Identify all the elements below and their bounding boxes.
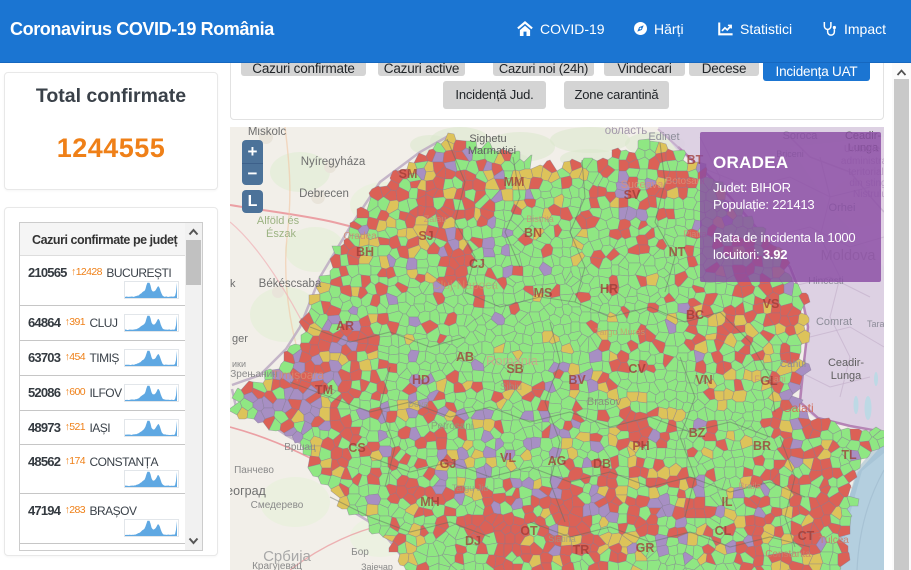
svg-text:Petrosani: Petrosani — [431, 421, 473, 432]
svg-text:Constanta: Constanta — [765, 549, 811, 560]
svg-text:ger: ger — [232, 333, 248, 345]
svg-text:Zalau: Zalau — [424, 214, 447, 224]
svg-text:MH: MH — [420, 495, 439, 509]
svg-text:Ceadir-: Ceadir- — [828, 357, 864, 369]
svg-text:SV: SV — [624, 188, 641, 202]
svg-text:DJ: DJ — [465, 534, 481, 548]
svg-text:Бор: Бор — [351, 547, 369, 558]
svg-text:Észak: Észak — [266, 227, 296, 240]
svg-text:Braila: Braila — [738, 481, 761, 491]
svg-text:CJ: CJ — [469, 257, 485, 271]
svg-text:область: область — [605, 127, 648, 137]
svg-text:CS: CS — [348, 441, 365, 455]
svg-text:BV: BV — [568, 373, 586, 387]
svg-text:Deva: Deva — [407, 399, 428, 409]
svg-text:Brasov: Brasov — [587, 396, 622, 408]
svg-text:GR: GR — [636, 541, 655, 555]
svg-text:k: k — [230, 278, 236, 290]
svg-text:TL: TL — [841, 448, 857, 462]
svg-text:Slatina: Slatina — [548, 534, 576, 544]
svg-text:Nyíregyháza: Nyíregyháza — [301, 156, 366, 168]
svg-text:BH: BH — [356, 245, 374, 259]
svg-text:ики: ики — [232, 359, 246, 369]
svg-text:DB: DB — [593, 457, 611, 471]
svg-text:Botosani: Botosani — [666, 176, 705, 187]
svg-text:Targu Jiu: Targu Jiu — [452, 483, 489, 493]
svg-text:VS: VS — [763, 297, 780, 311]
svg-text:Targu Mures: Targu Mures — [595, 327, 646, 337]
svg-text:Вршац: Вршац — [284, 442, 316, 453]
svg-text:BN: BN — [524, 226, 542, 240]
svg-text:MS: MS — [534, 286, 553, 300]
svg-text:Sighetu: Sighetu — [469, 133, 506, 145]
svg-text:Панчево: Панчево — [234, 465, 274, 476]
svg-text:AG: AG — [548, 454, 567, 468]
svg-text:Tarac: Tarac — [867, 319, 884, 329]
svg-text:PH: PH — [632, 439, 649, 453]
svg-text:Крагујевац: Крагујевац — [252, 561, 302, 570]
svg-text:Alföld és: Alföld és — [257, 215, 300, 227]
svg-text:Galati: Galati — [782, 401, 813, 415]
svg-text:Edinet: Edinet — [648, 131, 679, 143]
svg-text:SM: SM — [399, 167, 418, 181]
svg-text:SJ: SJ — [418, 229, 433, 243]
svg-text:Marmatiei: Marmatiei — [468, 145, 516, 157]
svg-text:Зајечар: Зајечар — [361, 562, 393, 570]
svg-text:TR: TR — [573, 543, 590, 557]
svg-text:GJ: GJ — [440, 457, 457, 471]
svg-text:еоград: еоград — [230, 484, 267, 498]
svg-text:Miskolc: Miskolc — [248, 127, 287, 138]
svg-text:Debrecen: Debrecen — [299, 188, 349, 200]
svg-text:Bistrita: Bistrita — [526, 214, 554, 224]
svg-text:MM: MM — [504, 175, 525, 189]
svg-text:GL: GL — [760, 374, 778, 388]
svg-text:BR: BR — [753, 439, 771, 453]
svg-text:AR: AR — [336, 319, 354, 333]
svg-text:Oradea: Oradea — [343, 231, 377, 242]
svg-text:VN: VN — [695, 373, 712, 387]
svg-text:VL: VL — [500, 451, 516, 465]
svg-text:Cahul: Cahul — [780, 359, 806, 370]
svg-text:SB: SB — [506, 362, 523, 376]
svg-text:NT: NT — [669, 245, 686, 259]
svg-text:AB: AB — [456, 350, 474, 364]
svg-text:CT: CT — [798, 529, 815, 543]
svg-text:Смедерево: Смедерево — [251, 500, 304, 511]
svg-text:Békéscsaba: Békéscsaba — [259, 278, 322, 290]
svg-text:BC: BC — [686, 308, 704, 322]
svg-text:HR: HR — [600, 282, 618, 296]
svg-text:TM: TM — [315, 383, 333, 397]
svg-text:CL: CL — [715, 524, 732, 538]
svg-text:Зрењанин: Зрењанин — [230, 369, 277, 380]
svg-text:Lunga: Lunga — [831, 370, 862, 382]
svg-text:IL: IL — [721, 495, 732, 509]
svg-text:CV: CV — [628, 362, 646, 376]
svg-text:BZ: BZ — [689, 426, 706, 440]
svg-text:Cluj-Napoca: Cluj-Napoca — [432, 278, 498, 292]
svg-text:Comrat: Comrat — [816, 316, 852, 328]
svg-text:Tulcea: Tulcea — [819, 535, 849, 546]
svg-text:OT: OT — [520, 524, 538, 538]
svg-text:Timișoara: Timișoara — [272, 368, 325, 382]
svg-text:Sibiu: Sibiu — [500, 382, 522, 393]
svg-text:HD: HD — [412, 373, 430, 387]
